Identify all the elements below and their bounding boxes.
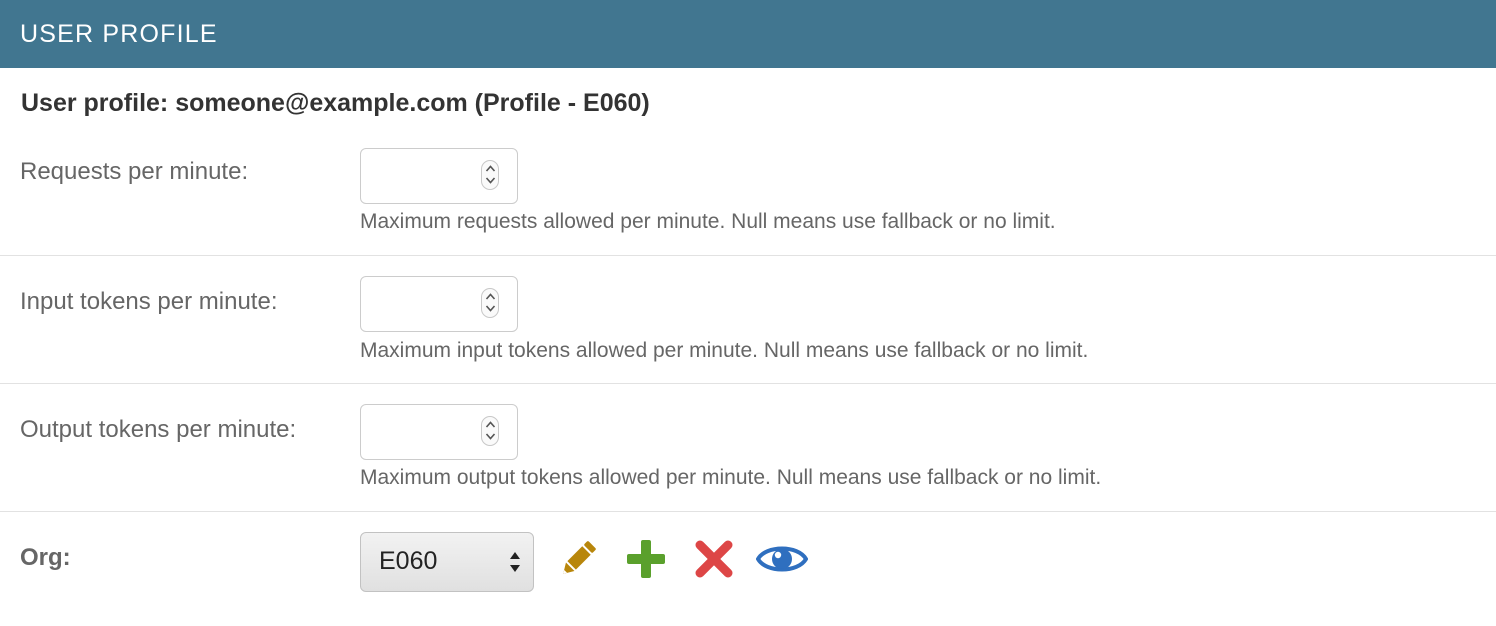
page-subtitle: User profile: someone@example.com (Profi… <box>0 68 1496 138</box>
requests-per-minute-label: Requests per minute: <box>20 158 249 185</box>
select-arrows-icon <box>510 552 520 572</box>
spinner-down-icon[interactable] <box>485 432 496 441</box>
output-tokens-per-minute-input[interactable] <box>360 404 518 460</box>
spinner-up-icon[interactable] <box>485 292 496 301</box>
module-title: USER PROFILE <box>20 19 218 48</box>
plus-icon[interactable] <box>624 537 668 581</box>
form-row-org: Org: E060 <box>0 512 1496 626</box>
number-spinner-icon[interactable] <box>481 288 499 318</box>
output-tokens-per-minute-label: Output tokens per minute: <box>20 416 297 443</box>
output-tokens-per-minute-help: Maximum output tokens allowed per minute… <box>360 466 1102 489</box>
input-tokens-per-minute-input[interactable] <box>360 276 518 332</box>
pencil-icon[interactable] <box>556 537 600 581</box>
org-select[interactable]: E060 <box>360 532 534 592</box>
form-row-input-tokens-per-minute: Input tokens per minute: Maximum input t… <box>0 256 1496 384</box>
number-spinner-icon[interactable] <box>481 160 499 190</box>
number-spinner-icon[interactable] <box>481 416 499 446</box>
spinner-down-icon[interactable] <box>485 304 496 313</box>
spinner-up-icon[interactable] <box>485 164 496 173</box>
subtitle-text: User profile: someone@example.com (Profi… <box>21 88 650 117</box>
user-profile-module: USER PROFILE User profile: someone@examp… <box>0 0 1496 626</box>
spinner-up-icon[interactable] <box>485 420 496 429</box>
org-label: Org: <box>20 544 71 571</box>
module-header: USER PROFILE <box>0 0 1496 68</box>
input-tokens-per-minute-label: Input tokens per minute: <box>20 288 278 315</box>
requests-per-minute-help: Maximum requests allowed per minute. Nul… <box>360 210 1056 233</box>
org-select-value: E060 <box>379 547 438 575</box>
form-row-requests-per-minute: Requests per minute: Maximum requests al… <box>0 138 1496 256</box>
eye-icon[interactable] <box>756 535 808 583</box>
spinner-down-icon[interactable] <box>485 176 496 185</box>
close-icon[interactable] <box>692 537 736 581</box>
input-tokens-per-minute-help: Maximum input tokens allowed per minute.… <box>360 339 1089 362</box>
form-row-output-tokens-per-minute: Output tokens per minute: Maximum output… <box>0 384 1496 512</box>
requests-per-minute-input[interactable] <box>360 148 518 204</box>
